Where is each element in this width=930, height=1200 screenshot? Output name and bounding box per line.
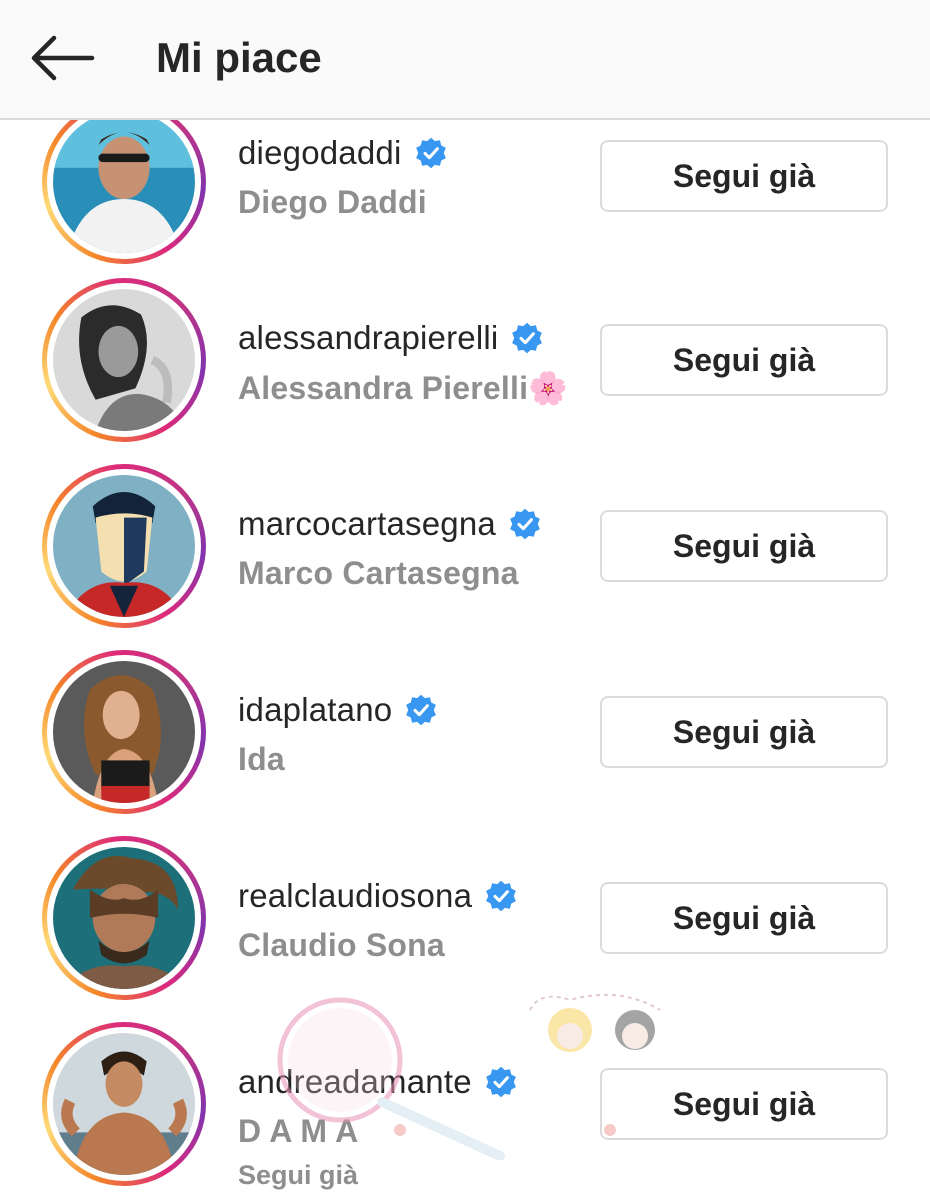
username[interactable]: realclaudiosona xyxy=(238,877,472,915)
top-bar: Mi piace xyxy=(0,0,930,120)
avatar xyxy=(53,847,195,989)
full-name: Claudio Sona xyxy=(238,927,445,963)
list-item[interactable]: andreadamante D A M A Segui già Segui gi… xyxy=(0,1020,930,1200)
username[interactable]: diegodaddi xyxy=(238,134,402,172)
arrow-left-icon xyxy=(31,35,95,81)
full-name: Ida xyxy=(238,741,285,777)
avatar-story-ring[interactable] xyxy=(42,650,206,814)
likes-list: diegodaddi Diego Daddi Segui già alessan… xyxy=(0,120,930,1200)
username[interactable]: idaplatano xyxy=(238,691,392,729)
verified-badge-icon xyxy=(510,508,540,540)
following-button[interactable]: Segui già xyxy=(600,324,888,396)
avatar-story-ring[interactable] xyxy=(42,836,206,1000)
avatar-story-ring[interactable] xyxy=(42,464,206,628)
list-item[interactable]: marcocartasegna Marco Cartasegna Segui g… xyxy=(0,462,930,648)
avatar xyxy=(53,475,195,617)
avatar-story-ring[interactable] xyxy=(42,120,206,264)
verified-badge-icon xyxy=(485,1066,516,1098)
verified-badge-icon xyxy=(415,137,446,169)
list-item[interactable]: diegodaddi Diego Daddi Segui già xyxy=(0,120,930,276)
avatar xyxy=(53,289,195,431)
username[interactable]: alessandrapierelli xyxy=(238,319,498,357)
following-button[interactable]: Segui già xyxy=(600,1068,888,1140)
full-name: Marco Cartasegna xyxy=(238,555,519,591)
following-button[interactable]: Segui già xyxy=(600,696,888,768)
back-button[interactable] xyxy=(26,30,96,86)
avatar xyxy=(53,120,195,253)
verified-badge-icon xyxy=(486,880,517,912)
page-title: Mi piace xyxy=(156,34,322,81)
full-name: Alessandra Pierelli🌸 xyxy=(238,370,569,406)
username[interactable]: marcocartasegna xyxy=(238,505,496,543)
list-item[interactable]: realclaudiosona Claudio Sona Segui già xyxy=(0,834,930,1020)
verified-badge-icon xyxy=(406,694,437,726)
following-button[interactable]: Segui già xyxy=(600,510,888,582)
avatar xyxy=(53,1033,195,1175)
full-name: Diego Daddi xyxy=(238,184,427,220)
following-button[interactable]: Segui già xyxy=(600,882,888,954)
follow-status: Segui già xyxy=(238,1160,359,1190)
list-item[interactable]: idaplatano Ida Segui già xyxy=(0,648,930,834)
following-button[interactable]: Segui già xyxy=(600,140,888,212)
full-name: D A M A xyxy=(238,1113,359,1149)
list-item[interactable]: alessandrapierelli Alessandra Pierelli🌸 … xyxy=(0,276,930,462)
username[interactable]: andreadamante xyxy=(238,1063,472,1101)
avatar-story-ring[interactable] xyxy=(42,1022,206,1186)
avatar-story-ring[interactable] xyxy=(42,278,206,442)
verified-badge-icon xyxy=(512,322,543,354)
avatar xyxy=(53,661,195,803)
